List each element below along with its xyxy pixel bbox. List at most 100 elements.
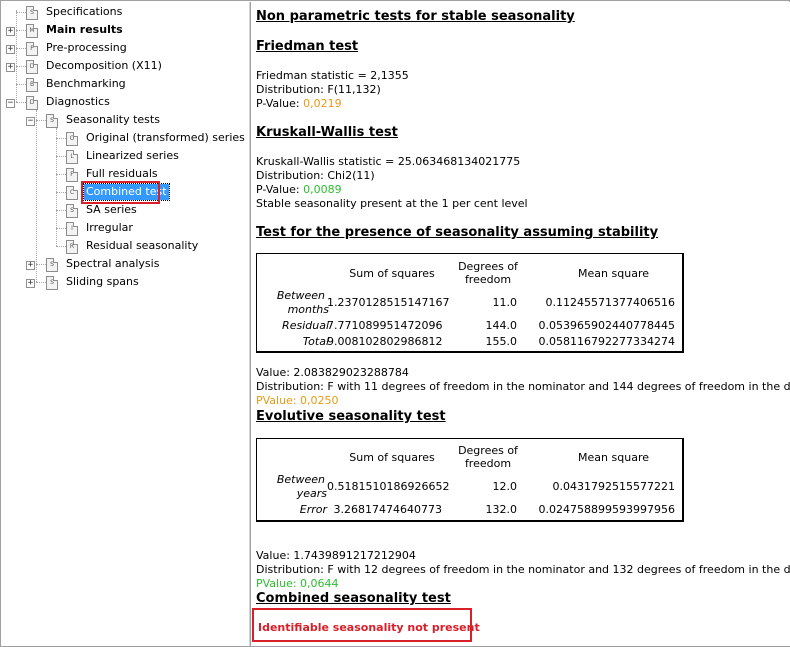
evolutive-anova-table: Sum of squares Degrees of freedom Mean s… <box>256 438 684 522</box>
tree-item-main-results[interactable]: + M Main results <box>2 22 248 40</box>
friedman-distribution: Distribution: F(11,132) <box>256 83 381 96</box>
tree-connector <box>56 210 66 211</box>
column-header: Mean square <box>578 267 649 280</box>
stable-value: Value: 2.083829023288784 <box>256 366 409 379</box>
evolutive-value: Value: 1.7439891217212904 <box>256 549 416 562</box>
document-icon: R <box>66 240 78 254</box>
combined-heading: Combined seasonality test <box>256 591 451 606</box>
document-icon: L <box>66 150 78 164</box>
document-icon: D <box>26 96 38 110</box>
kruskal-note: Stable seasonality present at the 1 per … <box>256 197 528 210</box>
navigation-tree: S Specifications + M Main results + P Pr… <box>2 2 249 646</box>
tree-connector <box>56 138 66 139</box>
kruskal-pvalue: 0,0089 <box>303 183 342 196</box>
table-cell: 1.2370128515147167 <box>327 296 450 309</box>
row-label: Total <box>302 335 329 348</box>
tree-item-decomposition[interactable]: + D Decomposition (X11) <box>2 58 248 76</box>
tree-connector <box>36 120 46 121</box>
tree-item-diagnostics[interactable]: − D Diagnostics <box>2 94 248 112</box>
table-cell: 9.008102802986812 <box>327 335 443 348</box>
collapse-minus-icon[interactable]: − <box>6 99 15 108</box>
tree-item-label: Full residuals <box>86 167 158 180</box>
document-icon: C <box>66 186 78 200</box>
tree-item-linearized-series[interactable]: L Linearized series <box>2 148 248 166</box>
stable-anova-table: Sum of squares Degrees of freedom Mean s… <box>256 253 684 353</box>
evolutive-pvalue: 0,0644 <box>300 577 339 590</box>
friedman-pvalue-line: P-Value: 0,0219 <box>256 97 342 110</box>
column-header: Degrees of freedom <box>458 260 518 286</box>
highlight-box <box>81 181 160 204</box>
evolutive-distribution: Distribution: F with 12 degrees of freed… <box>256 563 790 576</box>
row-label: months <box>287 303 329 316</box>
row-label: Between <box>276 473 325 486</box>
tree-item-sa-series[interactable]: S SA series <box>2 202 248 220</box>
collapse-minus-icon[interactable]: − <box>26 117 35 126</box>
table-cell: 155.0 <box>485 335 518 348</box>
document-icon: M <box>26 24 38 38</box>
row-label: Between <box>276 289 325 302</box>
pvalue-label: PValue: <box>256 394 301 407</box>
stable-pvalue: 0,0250 <box>300 394 339 407</box>
tree-item-label: Sliding spans <box>66 275 139 288</box>
tree-item-residual-seasonality[interactable]: R Residual seasonality <box>2 238 248 256</box>
table-cell: 0.5181510186926652 <box>327 480 450 493</box>
document-icon: I <box>66 222 78 236</box>
tree-item-label: SA series <box>86 203 137 216</box>
tree-item-label: Pre-processing <box>46 41 127 54</box>
document-icon: D <box>26 60 38 74</box>
stable-distribution: Distribution: F with 11 degrees of freed… <box>256 380 790 393</box>
table-cell: 132.0 <box>485 503 518 516</box>
pane-splitter[interactable] <box>249 2 251 646</box>
pvalue-label: P-Value: <box>256 97 304 110</box>
tree-item-label: Decomposition (X11) <box>46 59 162 72</box>
stable-pvalue-line: PValue: 0,0250 <box>256 394 339 407</box>
tree-connector <box>56 174 66 175</box>
tree-connector <box>16 30 26 31</box>
document-icon: S <box>66 204 78 218</box>
evolutive-pvalue-line: PValue: 0,0644 <box>256 577 339 590</box>
table-cell: 0.058116792277334274 <box>538 335 675 348</box>
row-label: Error <box>299 503 327 516</box>
table-cell: 0.0431792515577221 <box>552 480 675 493</box>
tree-item-specifications[interactable]: S Specifications <box>2 4 248 22</box>
column-header: Degrees of freedom <box>458 444 518 470</box>
kruskal-distribution: Distribution: Chi2(11) <box>256 169 375 182</box>
tree-item-spectral-analysis[interactable]: + S Spectral analysis <box>2 256 248 274</box>
tree-item-seasonality-tests[interactable]: − S Seasonality tests <box>2 112 248 130</box>
tree-item-original-series[interactable]: O Original (transformed) series <box>2 130 248 148</box>
document-icon: O <box>66 132 78 146</box>
report-panel: Non parametric tests for stable seasonal… <box>252 2 790 646</box>
friedman-statistic: Friedman statistic = 2,1355 <box>256 69 409 82</box>
document-icon: S <box>46 114 58 128</box>
tree-connector <box>16 102 26 103</box>
expand-plus-icon[interactable]: + <box>6 27 15 36</box>
expand-plus-icon[interactable]: + <box>26 261 35 270</box>
expand-plus-icon[interactable]: + <box>6 63 15 72</box>
pvalue-label: PValue: <box>256 577 301 590</box>
app-window: S Specifications + M Main results + P Pr… <box>0 0 790 647</box>
expand-plus-icon[interactable]: + <box>6 45 15 54</box>
tree-item-label: Diagnostics <box>46 95 110 108</box>
kruskal-heading: Kruskall-Wallis test <box>256 125 398 140</box>
tree-connector <box>56 156 66 157</box>
tree-item-irregular[interactable]: I Irregular <box>2 220 248 238</box>
table-cell: 3.26817474640773 <box>333 503 442 516</box>
tree-item-benchmarking[interactable]: B Benchmarking <box>2 76 248 94</box>
tree-item-pre-processing[interactable]: + P Pre-processing <box>2 40 248 58</box>
friedman-heading: Friedman test <box>256 39 359 54</box>
document-icon: S <box>46 258 58 272</box>
tree-connector <box>16 66 26 67</box>
kruskal-statistic: Kruskall-Wallis statistic = 25.063468134… <box>256 155 521 168</box>
friedman-pvalue: 0,0219 <box>303 97 342 110</box>
tree-item-label: Seasonality tests <box>66 113 160 126</box>
tree-item-label: Specifications <box>46 5 123 18</box>
expand-plus-icon[interactable]: + <box>26 279 35 288</box>
table-cell: 0.11245571377406516 <box>545 296 675 309</box>
table-cell: 12.0 <box>492 480 518 493</box>
pvalue-label: P-Value: <box>256 183 304 196</box>
tree-item-sliding-spans[interactable]: + S Sliding spans <box>2 274 248 292</box>
tree-item-label: Irregular <box>86 221 133 234</box>
column-header: Sum of squares <box>349 267 435 280</box>
document-icon: S <box>46 276 58 290</box>
document-icon: F <box>66 168 78 182</box>
